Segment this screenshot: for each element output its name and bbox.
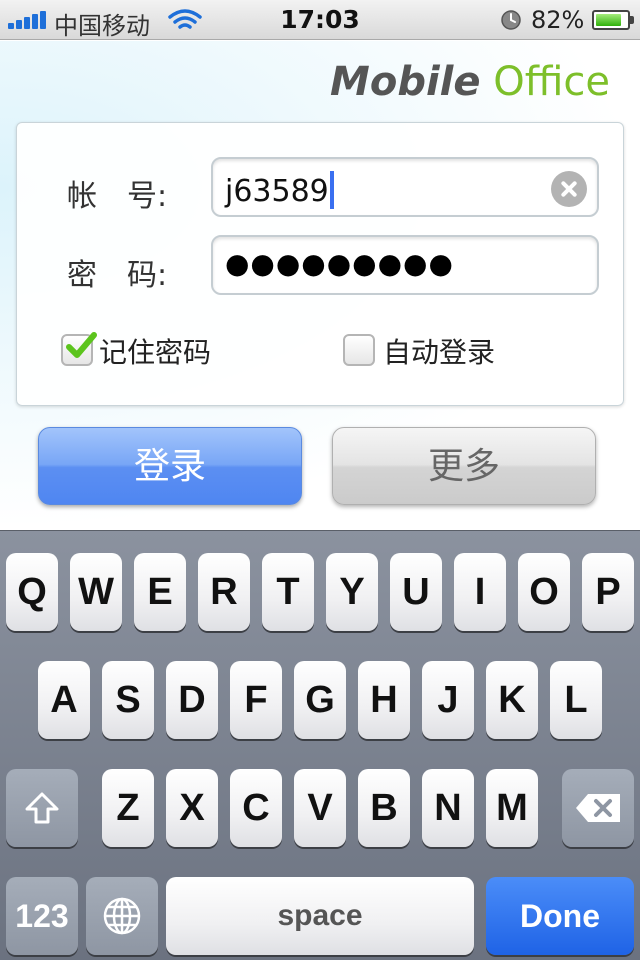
space-key[interactable]: space — [166, 877, 474, 955]
clear-text-icon[interactable] — [551, 171, 587, 207]
remember-password-label[interactable]: 记住密码 — [99, 331, 211, 371]
alarm-clock-icon — [501, 10, 521, 30]
key-u[interactable]: U — [390, 553, 442, 631]
key-v[interactable]: V — [294, 769, 346, 847]
key-q[interactable]: Q — [6, 553, 58, 631]
status-bar: 中国移动 17:03 82% — [0, 0, 640, 40]
key-c[interactable]: C — [230, 769, 282, 847]
key-k[interactable]: K — [486, 661, 538, 739]
key-x[interactable]: X — [166, 769, 218, 847]
key-y[interactable]: Y — [326, 553, 378, 631]
key-a[interactable]: A — [38, 661, 90, 739]
key-w[interactable]: W — [70, 553, 122, 631]
remember-password-checkbox[interactable] — [61, 332, 97, 366]
backspace-key[interactable] — [562, 769, 634, 847]
backspace-icon — [576, 794, 620, 822]
key-d[interactable]: D — [166, 661, 218, 739]
auto-login-checkbox[interactable] — [343, 334, 375, 366]
on-screen-keyboard: 123 space Done QWERTYUIOP ASDFGHJKL ZXCVBN… — [0, 530, 640, 960]
key-n[interactable]: N — [422, 769, 474, 847]
key-j[interactable]: J — [422, 661, 474, 739]
login-form-card: 帐 号: j63589 密 码: ●●●●●●●●● 记住密码 自动登录 — [16, 122, 624, 406]
auto-login-label[interactable]: 自动登录 — [383, 331, 495, 371]
password-masked-value: ●●●●●●●●● — [225, 247, 454, 280]
logo-text-mobile: Mobile — [330, 59, 481, 105]
checkmark-icon — [66, 332, 97, 358]
globe-icon — [103, 897, 141, 935]
account-label: 帐 号: — [67, 179, 168, 214]
done-key[interactable]: Done — [486, 877, 634, 955]
account-input[interactable]: j63589 — [211, 157, 599, 217]
key-o[interactable]: O — [518, 553, 570, 631]
login-screen: Mobile Office 帐 号: j63589 密 码: ●●●●●●●●●… — [0, 41, 640, 530]
key-p[interactable]: P — [582, 553, 634, 631]
key-i[interactable]: I — [454, 553, 506, 631]
shift-key[interactable] — [6, 769, 78, 847]
login-button[interactable]: 登录 — [38, 427, 302, 505]
key-g[interactable]: G — [294, 661, 346, 739]
globe-key[interactable] — [86, 877, 158, 955]
key-e[interactable]: E — [134, 553, 186, 631]
key-b[interactable]: B — [358, 769, 410, 847]
key-t[interactable]: T — [262, 553, 314, 631]
battery-percentage: 82% — [531, 6, 585, 34]
battery-icon — [592, 10, 634, 30]
key-r[interactable]: R — [198, 553, 250, 631]
account-input-value: j63589 — [225, 171, 334, 209]
password-label: 密 码: — [67, 258, 168, 293]
logo-text-office: Office — [493, 59, 610, 105]
key-z[interactable]: Z — [102, 769, 154, 847]
key-m[interactable]: M — [486, 769, 538, 847]
numbers-key[interactable]: 123 — [6, 877, 78, 955]
text-cursor — [329, 171, 334, 209]
battery-level-fill — [596, 14, 621, 26]
key-f[interactable]: F — [230, 661, 282, 739]
password-input[interactable]: ●●●●●●●●● — [211, 235, 599, 295]
more-button[interactable]: 更多 — [332, 427, 596, 505]
shift-arrow-icon — [25, 792, 59, 824]
app-logo: Mobile Office — [330, 59, 610, 105]
key-l[interactable]: L — [550, 661, 602, 739]
key-h[interactable]: H — [358, 661, 410, 739]
key-s[interactable]: S — [102, 661, 154, 739]
